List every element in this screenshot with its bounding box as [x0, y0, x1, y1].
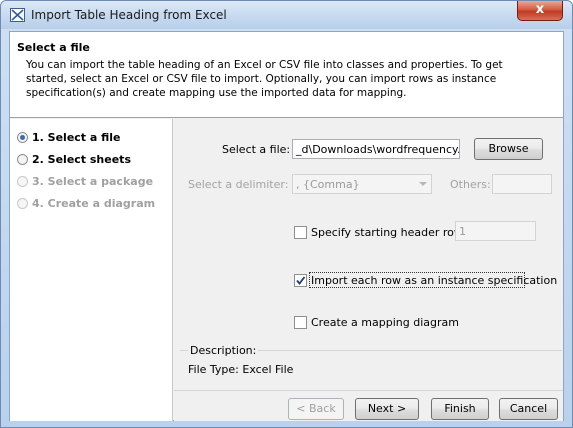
- radio-icon: [17, 154, 28, 165]
- description-value: File Type: Excel File: [188, 363, 294, 376]
- delimiter-label: Select a delimiter:: [188, 178, 289, 191]
- page-description: You can import the table heading of an E…: [26, 59, 503, 99]
- finish-button[interactable]: Finish: [431, 398, 489, 420]
- checkmark-icon: [296, 276, 306, 285]
- description-label: Description:: [188, 344, 259, 357]
- wizard-steps: 1. Select a file 2. Select sheets 3. Sel…: [10, 119, 173, 421]
- radio-icon: [17, 198, 28, 209]
- mapping-diagram-checkbox[interactable]: [294, 316, 307, 329]
- back-button[interactable]: < Back: [288, 398, 344, 420]
- step-label: 1. Select a file: [32, 131, 121, 144]
- step-create-diagram: 4. Create a diagram: [17, 197, 155, 213]
- header-row-label: Specify starting header row: [311, 226, 463, 239]
- browse-button[interactable]: Browse: [474, 138, 543, 160]
- dialog-body: Select a file You can import the table h…: [9, 31, 564, 421]
- next-button[interactable]: Next >: [355, 398, 419, 420]
- file-label: Select a file:: [222, 143, 291, 156]
- close-icon: x: [535, 2, 545, 17]
- cancel-button[interactable]: Cancel: [499, 398, 558, 420]
- header-row-checkbox[interactable]: [294, 226, 307, 239]
- chevron-down-icon: [419, 182, 427, 186]
- import-rows-label: Import each row as an instance specifica…: [311, 274, 558, 287]
- others-label: Others:: [450, 178, 491, 191]
- footer-divider: [174, 390, 563, 391]
- step-select-sheets[interactable]: 2. Select sheets: [17, 153, 131, 169]
- file-path-input[interactable]: _d\Downloads\wordfrequency.xls: [292, 139, 460, 159]
- delimiter-select: , {Comma}: [292, 174, 432, 194]
- page-title: Select a file: [17, 41, 90, 54]
- step-label: 3. Select a package: [32, 175, 154, 188]
- step-select-file[interactable]: 1. Select a file: [17, 131, 121, 147]
- window-title: Import Table Heading from Excel: [31, 8, 227, 22]
- description-panel: Description: File Type: Excel File: [180, 344, 562, 388]
- step-label: 2. Select sheets: [32, 153, 131, 166]
- step-label: 4. Create a diagram: [32, 197, 156, 210]
- app-icon: [10, 8, 25, 22]
- radio-icon: [17, 176, 28, 187]
- radio-selected-icon: [17, 132, 28, 143]
- close-button[interactable]: x: [517, 1, 563, 21]
- wizard-header: Select a file You can import the table h…: [10, 32, 563, 118]
- header-row-input: 1: [455, 221, 536, 241]
- step-select-package: 3. Select a package: [17, 175, 153, 191]
- mapping-diagram-label: Create a mapping diagram: [311, 316, 459, 329]
- delimiter-value: , {Comma}: [296, 178, 360, 191]
- others-input: [492, 174, 552, 194]
- title-bar[interactable]: Import Table Heading from Excel x: [1, 1, 572, 29]
- dialog-window: Import Table Heading from Excel x Select…: [0, 0, 573, 428]
- import-rows-checkbox[interactable]: [294, 274, 307, 287]
